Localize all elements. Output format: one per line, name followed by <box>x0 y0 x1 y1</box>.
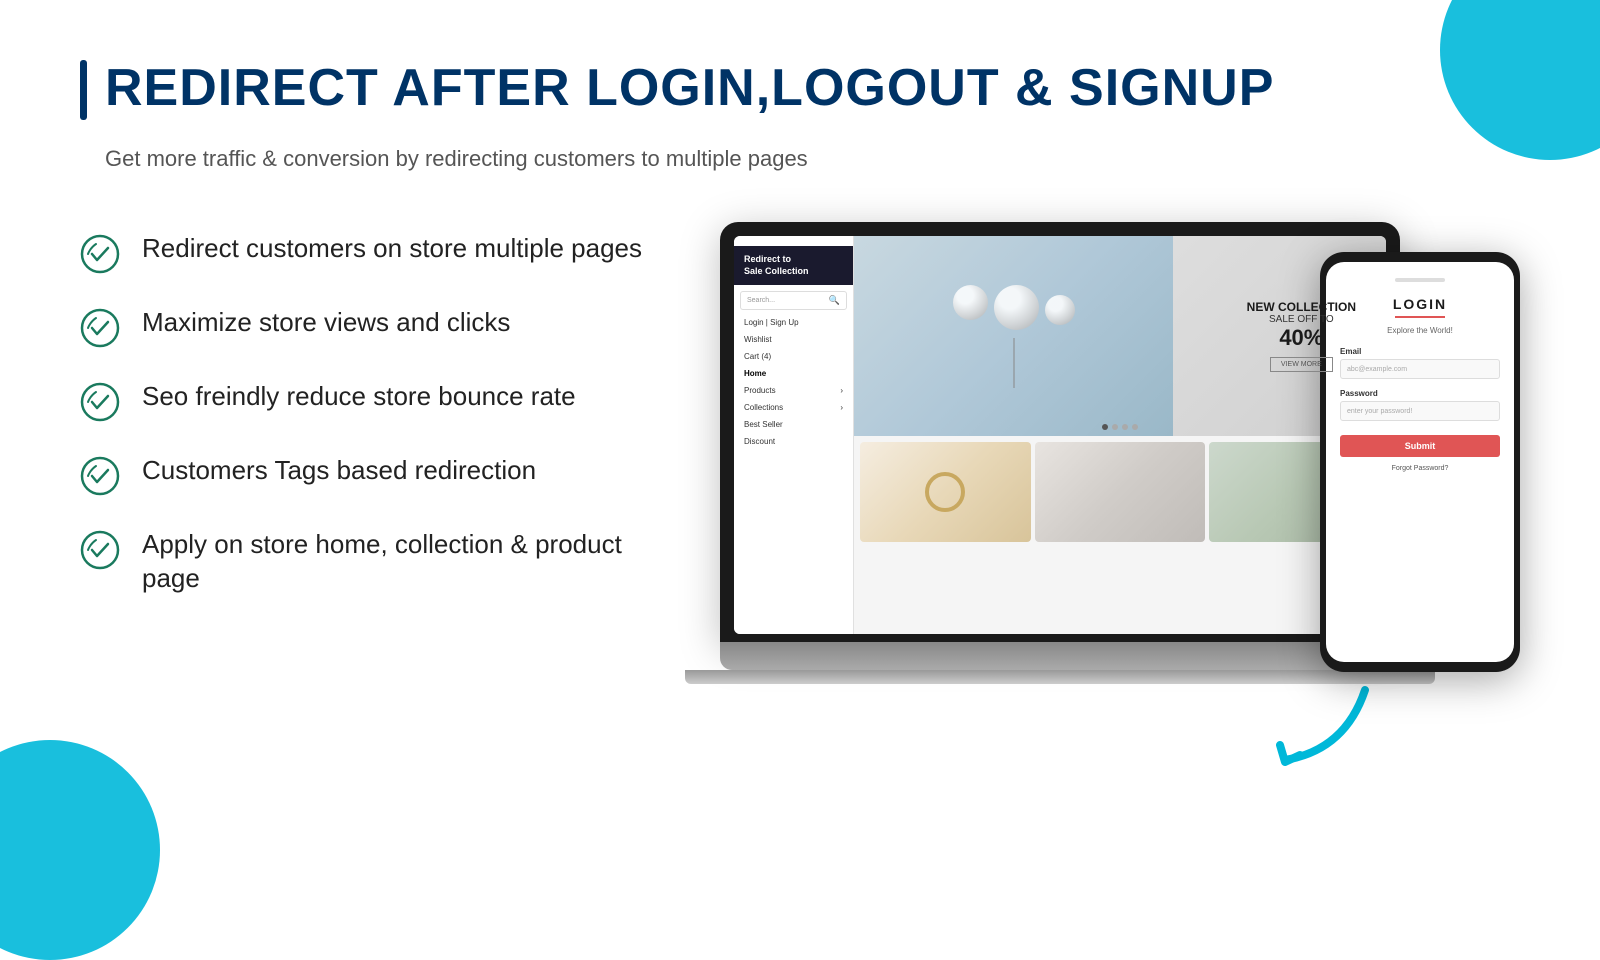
phone-email-input[interactable]: abc@example.com <box>1340 359 1500 379</box>
laptop-base <box>720 642 1400 670</box>
phone-password-placeholder: enter your password! <box>1347 408 1412 415</box>
feature-item-3: Seo freindly reduce store bounce rate <box>80 380 660 422</box>
page-title: REDIRECT AFTER LOGIN,LOGOUT & SIGNUP <box>105 60 1274 120</box>
laptop-hero-sale-off: SALE OFF TO <box>1247 314 1356 325</box>
hero-dot-2 <box>1112 424 1118 430</box>
phone-explore-text: Explore the World! <box>1387 326 1453 335</box>
phone-email-placeholder: abc@example.com <box>1347 366 1407 373</box>
check-icon-5 <box>80 530 120 570</box>
laptop-products-row <box>854 436 1386 548</box>
two-col-layout: Redirect customers on store multiple pag… <box>80 222 1520 742</box>
feature-text-1: Redirect customers on store multiple pag… <box>142 232 642 266</box>
phone-password-input[interactable]: enter your password! <box>1340 401 1500 421</box>
feature-item-2: Maximize store views and clicks <box>80 306 660 348</box>
feature-item-4: Customers Tags based redirection <box>80 454 660 496</box>
laptop-nav-collections: Collections › <box>734 399 853 416</box>
page-subtitle: Get more traffic & conversion by redirec… <box>105 146 1520 172</box>
laptop-nav-login: Login | Sign Up <box>734 314 853 331</box>
laptop-nav-wishlist: Wishlist <box>734 331 853 348</box>
title-wrapper: REDIRECT AFTER LOGIN,LOGOUT & SIGNUP <box>80 60 1520 120</box>
laptop-hero-new-collection: NEW COLLECTION <box>1247 300 1356 314</box>
laptop-product-ring <box>860 442 1031 542</box>
phone-forgot-password[interactable]: Forgot Password? <box>1392 465 1449 472</box>
feature-text-3: Seo freindly reduce store bounce rate <box>142 380 576 414</box>
hero-dot-1 <box>1102 424 1108 430</box>
laptop-sidebar: Redirect toSale Collection Search... 🔍 L… <box>734 236 854 634</box>
laptop-nav-cart: Cart (4) <box>734 348 853 365</box>
laptop-screen-inner: Redirect toSale Collection Search... 🔍 L… <box>734 236 1386 634</box>
laptop-view-more[interactable]: VIEW MORE <box>1270 357 1333 372</box>
features-list: Redirect customers on store multiple pag… <box>80 222 660 596</box>
feature-text-2: Maximize store views and clicks <box>142 306 510 340</box>
laptop-nav-home: Home <box>734 365 853 382</box>
hero-dot-3 <box>1122 424 1128 430</box>
laptop-nav-bestseller: Best Seller <box>734 416 853 433</box>
laptop-mockup: Redirect toSale Collection Search... 🔍 L… <box>720 222 1400 692</box>
laptop-hero-dots <box>1102 424 1138 430</box>
laptop-search[interactable]: Search... 🔍 <box>740 291 847 310</box>
feature-item-1: Redirect customers on store multiple pag… <box>80 232 660 274</box>
feature-item-5: Apply on store home, collection & produc… <box>80 528 660 596</box>
laptop-nav-discount: Discount <box>734 433 853 450</box>
laptop-hero-text: NEW COLLECTION SALE OFF TO 40% VIEW MORE <box>1247 300 1356 372</box>
laptop-redirect-banner: Redirect toSale Collection <box>734 246 853 285</box>
header-section: REDIRECT AFTER LOGIN,LOGOUT & SIGNUP Get… <box>80 60 1520 172</box>
hero-dot-4 <box>1132 424 1138 430</box>
check-icon-1 <box>80 234 120 274</box>
phone-login-underline <box>1395 316 1445 318</box>
feature-text-5: Apply on store home, collection & produc… <box>142 528 660 596</box>
title-accent-bar <box>80 60 87 120</box>
phone-notch <box>1395 278 1445 282</box>
main-content: REDIRECT AFTER LOGIN,LOGOUT & SIGNUP Get… <box>0 0 1600 900</box>
laptop-nav-products: Products › <box>734 382 853 399</box>
laptop-main: NEW COLLECTION SALE OFF TO 40% VIEW MORE <box>854 236 1386 634</box>
laptop-hero-percent: 40% <box>1247 325 1356 351</box>
check-icon-3 <box>80 382 120 422</box>
phone-login-title: LOGIN <box>1393 296 1447 312</box>
phone-submit-button[interactable]: Submit <box>1340 435 1500 457</box>
laptop-hero-image <box>854 236 1173 436</box>
laptop-screen-outer: Redirect toSale Collection Search... 🔍 L… <box>720 222 1400 642</box>
check-icon-2 <box>80 308 120 348</box>
laptop-hero: NEW COLLECTION SALE OFF TO 40% VIEW MORE <box>854 236 1386 436</box>
laptop-foot <box>685 670 1435 684</box>
phone-password-label: Password <box>1340 389 1378 398</box>
laptop-product-necklace <box>1035 442 1206 542</box>
device-area: Redirect toSale Collection Search... 🔍 L… <box>720 222 1520 742</box>
feature-text-4: Customers Tags based redirection <box>142 454 536 488</box>
check-icon-4 <box>80 456 120 496</box>
